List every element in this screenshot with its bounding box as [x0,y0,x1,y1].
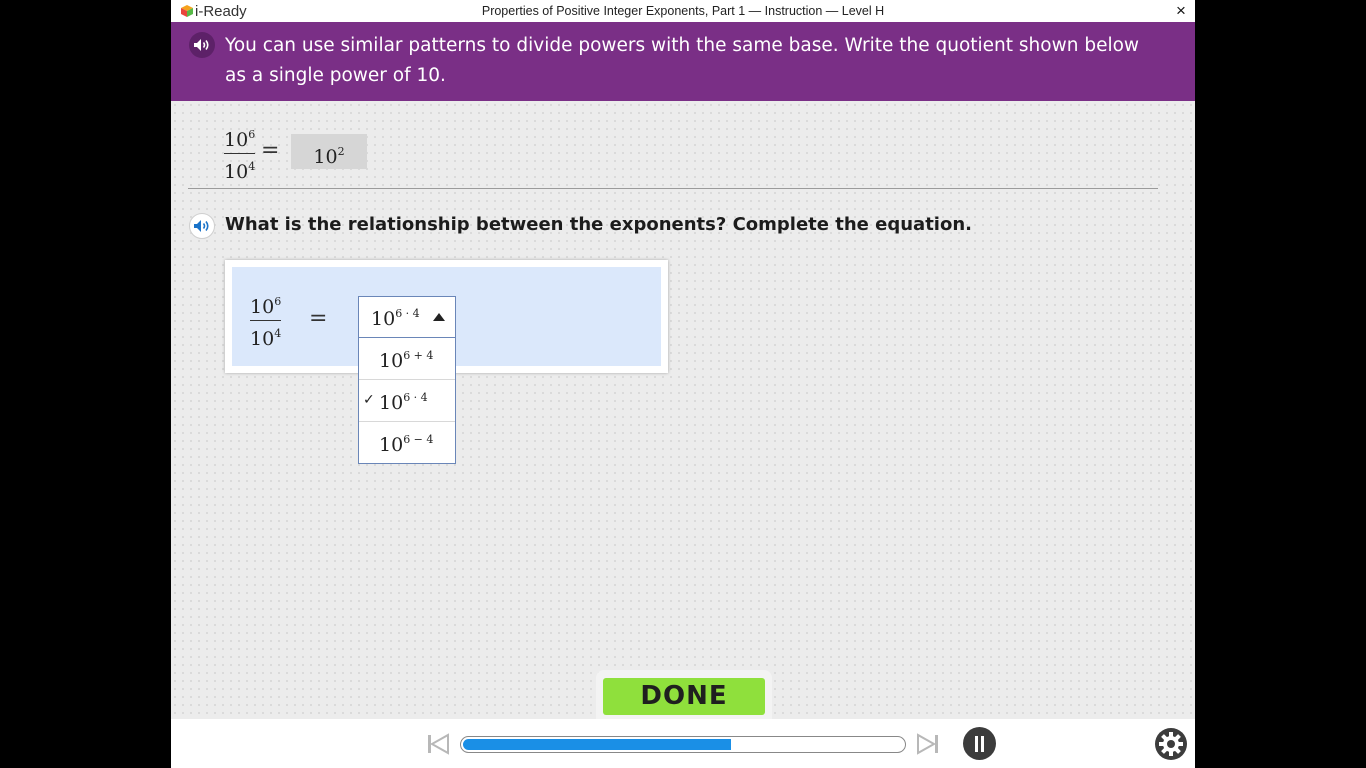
equation-equals-sign: = [309,306,328,331]
exponent-dropdown[interactable]: 106 · 4 [358,296,456,338]
dropdown-option-sum[interactable]: 106 + 4 [359,338,455,380]
skip-back-icon[interactable] [427,733,449,755]
check-icon: ✓ [363,392,375,408]
dropdown-option-difference[interactable]: 106 − 4 [359,422,455,464]
title-bar: i-Ready Properties of Positive Integer E… [171,0,1195,22]
example-fraction: 106 104 [224,124,256,183]
gear-icon[interactable] [1154,727,1188,761]
question-text: What is the relationship between the exp… [225,214,972,235]
dropdown-selected-value: 106 · 4 [371,307,420,330]
done-button-tray: DONE [596,670,772,722]
skip-forward-icon[interactable] [917,733,939,755]
equation-denominator: 104 [250,327,282,350]
divider [188,188,1158,189]
lesson-content [171,101,1195,719]
equation-fraction: 106 104 [250,291,282,350]
player-controls [171,719,1195,768]
example-numerator: 106 [224,128,256,151]
close-icon[interactable]: × [1173,2,1189,20]
instruction-text: You can use similar patterns to divide p… [225,35,1140,86]
window-title: Properties of Positive Integer Exponents… [481,4,885,18]
instruction-banner: You can use similar patterns to divide p… [171,22,1195,101]
example-equals-sign: = [261,138,280,163]
example-answer: 102 [291,134,367,169]
example-denominator: 104 [224,160,256,183]
pause-icon[interactable] [963,727,996,760]
caret-up-icon [433,313,445,321]
dropdown-option-product[interactable]: ✓ 106 · 4 [359,380,455,422]
iready-app: i-Ready Properties of Positive Integer E… [171,0,1195,768]
dropdown-menu: 106 + 4 ✓ 106 · 4 106 − 4 [358,337,456,464]
progress-bar [460,736,906,753]
progress-fill [463,739,731,750]
done-button[interactable]: DONE [603,678,765,715]
equation-numerator: 106 [250,295,282,318]
speaker-icon[interactable] [189,213,215,239]
speaker-icon[interactable] [189,32,215,58]
